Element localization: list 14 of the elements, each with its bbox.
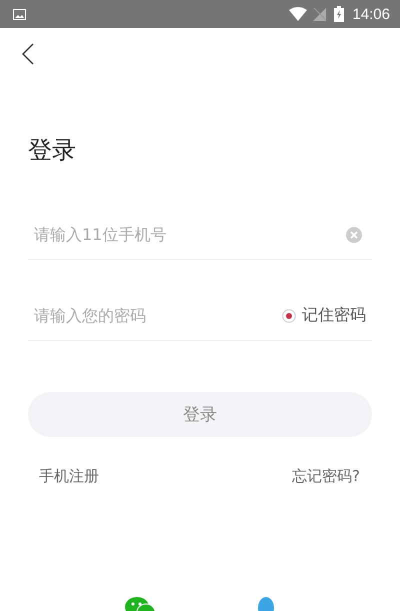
wifi-icon: [289, 7, 308, 21]
radio-icon[interactable]: [282, 308, 296, 322]
status-time: 14:06: [352, 6, 390, 22]
remember-password-toggle[interactable]: 记住密码: [282, 305, 372, 326]
image-icon: [13, 8, 26, 20]
clear-icon[interactable]: [346, 226, 362, 242]
password-field[interactable]: 请输入您的密码: [34, 306, 282, 325]
battery-charging-icon: [334, 6, 344, 22]
no-sim-icon: [313, 7, 326, 21]
login-button[interactable]: 登录: [28, 392, 372, 437]
text-link[interactable]: 手机注册: [39, 466, 99, 486]
phone-field[interactable]: 请输入11位手机号: [34, 225, 346, 244]
page-title: 登录: [28, 135, 77, 166]
text-link[interactable]: 忘记密码?: [292, 466, 360, 486]
